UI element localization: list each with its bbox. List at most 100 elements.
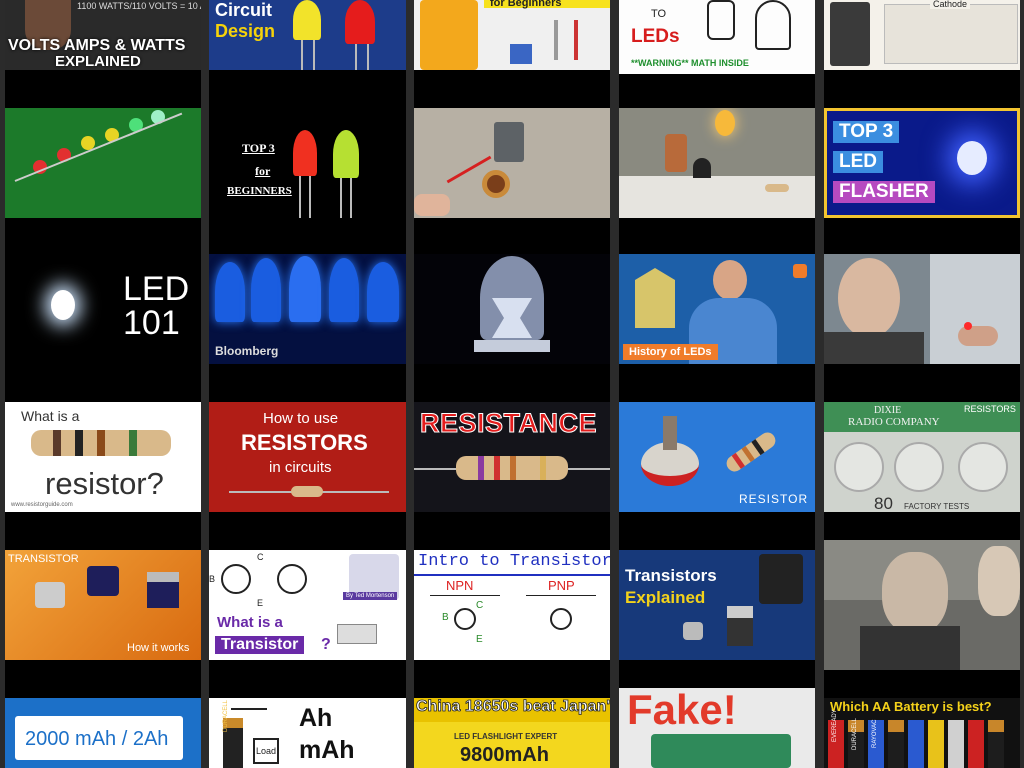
- video-thumbnail-which-aa-battery[interactable]: Which AA Battery is best? EVEREADY DURAC…: [824, 698, 1020, 768]
- thumbnail-title: EXPLAINED: [55, 53, 141, 70]
- battery-icon: [888, 720, 904, 768]
- transistor-icon: [494, 122, 524, 162]
- battery-icon: [908, 720, 924, 768]
- video-thumbnail-led-inventor[interactable]: [824, 254, 1020, 364]
- thumbnail-caption: 80: [874, 494, 893, 512]
- hand-icon: [414, 194, 450, 216]
- divider: [414, 574, 610, 576]
- battery-brand: DURACELL: [223, 699, 229, 732]
- thumbnail-title: Circuit: [215, 0, 273, 20]
- resistor-icon: [723, 429, 779, 475]
- battery-brand: RAYOVAC: [872, 719, 878, 748]
- resistor-band: [731, 452, 745, 469]
- thumbnail-title: Which AA Battery is best?: [830, 699, 992, 714]
- video-thumbnail-flashing-led-breadboard[interactable]: [619, 108, 815, 218]
- video-thumbnail-ah-mah[interactable]: DURACELL Load Ah mAh: [209, 698, 406, 768]
- column-separator: [610, 0, 619, 768]
- video-thumbnail-intro-to-transistors[interactable]: Intro to Transistors NPN PNP C B E: [414, 550, 610, 660]
- led-leg: [299, 176, 301, 218]
- thumbnail-caption: FACTORY TESTS: [904, 502, 970, 511]
- thumbnail-title: TRANSISTOR: [8, 553, 79, 565]
- hand-icon: [958, 326, 998, 346]
- thumbnail-title: mAh: [299, 736, 355, 764]
- thumbnail-title: 101: [123, 304, 180, 342]
- thumbnail-title: Explained: [625, 588, 706, 607]
- video-thumbnail-volts-amps-watts[interactable]: 1100 WATTS/110 VOLTS = 10 AMPS VOLTS AMP…: [5, 0, 201, 70]
- potentiometer-knob: [663, 416, 677, 450]
- video-thumbnail-led-ladder[interactable]: [5, 108, 201, 218]
- video-thumbnail-multimeter-beginners[interactable]: for Beginners: [414, 0, 610, 70]
- wire: [231, 708, 267, 710]
- video-thumbnail-resistors-to-leds[interactable]: TO LEDs **WARNING** MATH INSIDE: [619, 0, 815, 74]
- thumbnail-title: ?: [321, 636, 331, 653]
- multimeter-icon: [420, 0, 478, 70]
- divider: [526, 595, 596, 596]
- pin-label: E: [476, 634, 483, 645]
- transistor-icon: [35, 582, 65, 608]
- capacitor-icon: [665, 134, 687, 172]
- resistor-band: [494, 456, 500, 480]
- pnp-symbol-icon: [550, 608, 572, 630]
- thumbnail-title: Intro to Transistors: [418, 552, 610, 571]
- thumbnail-title: for Beginners: [490, 0, 562, 9]
- background-panel: [930, 254, 1020, 364]
- video-thumbnail-fake-battery[interactable]: Fake!: [619, 688, 815, 768]
- transistor-icon: [693, 158, 711, 178]
- video-thumbnail-what-is-a-transistor[interactable]: C B E By Ted Mortenson What is a Transis…: [209, 550, 406, 660]
- thumbnail-title: DIXIE: [874, 405, 902, 416]
- video-thumbnail-top3-for-beginners[interactable]: TOP 3 for BEGINNERS: [209, 108, 406, 218]
- pin-label: C: [257, 552, 264, 562]
- battery-icon: [651, 734, 791, 768]
- cartoon-led-icon: [755, 0, 791, 50]
- video-thumbnail-resistor-3d[interactable]: RESISTOR: [619, 402, 815, 512]
- blue-led-icon: [329, 258, 359, 322]
- video-thumbnail-transistors-explained[interactable]: Transistors Explained: [619, 550, 815, 660]
- blue-led-icon: [251, 258, 281, 322]
- thumbnail-title: Fake!: [627, 688, 737, 733]
- video-thumbnail-history-of-leds[interactable]: History of LEDs: [619, 254, 815, 364]
- yellow-led-icon: [293, 0, 321, 40]
- video-thumbnail-breadboard-cathode[interactable]: Cathode: [824, 0, 1020, 70]
- video-thumbnail-resistance[interactable]: RESISTANCE: [414, 402, 610, 512]
- npn-symbol-icon: [454, 608, 476, 630]
- thumbnail-title: TOP 3: [833, 121, 900, 143]
- resistor-band: [97, 430, 105, 456]
- video-thumbnail-top3-led-flasher[interactable]: TOP 3 LED FLASHER: [824, 108, 1020, 218]
- thumbnail-title: LEDs: [631, 26, 680, 47]
- pin-label: B: [209, 574, 216, 584]
- video-thumbnail-circuit-design[interactable]: Circuit Design: [209, 0, 406, 70]
- person-suit: [824, 332, 924, 364]
- pin-label: B: [442, 612, 449, 623]
- led-leg: [313, 40, 315, 70]
- author-badge: By Ted Mortenson: [343, 592, 398, 600]
- resistor-band: [478, 456, 484, 480]
- thumbnail-title: for: [255, 164, 271, 178]
- column-separator: [815, 0, 824, 768]
- thumbnail-title: Ah: [299, 704, 333, 732]
- person-photo: [978, 546, 1020, 616]
- video-thumbnail-what-is-a-resistor[interactable]: What is a resistor? www.resistorguide.co…: [5, 402, 201, 512]
- person-photo: [882, 552, 948, 634]
- red-led-icon: [964, 322, 972, 330]
- video-thumbnail-china-18650s[interactable]: China 18650s beat Japan's? LED FLASHLIGH…: [414, 698, 610, 768]
- resistor-disc-icon: [894, 442, 944, 492]
- video-thumbnail-joule-thief[interactable]: [414, 108, 610, 218]
- thumbnail-title: RADIO COMPANY: [848, 416, 940, 428]
- battery-icon: [830, 2, 870, 66]
- battery-capacity: 9800mAh: [460, 744, 549, 766]
- video-thumbnail-transistor-inventors[interactable]: [824, 540, 1020, 670]
- section-label: NPN: [446, 578, 474, 593]
- video-thumbnail-how-to-use-resistors[interactable]: How to use RESISTORS in circuits: [209, 402, 406, 512]
- video-thumbnail-led-cross-section[interactable]: [414, 254, 610, 364]
- video-thumbnail-dixie-radio-resistors[interactable]: DIXIE RADIO COMPANY RESISTORS 80 FACTORY…: [824, 402, 1020, 512]
- video-thumbnail-led-101[interactable]: LED 101: [5, 254, 201, 364]
- video-thumbnail-transistor-how-it-works[interactable]: TRANSISTOR How it works: [5, 550, 201, 660]
- column-separator: [1020, 0, 1024, 768]
- thumbnail-caption: How it works: [127, 642, 190, 654]
- video-thumbnail-bloomberg-blue-leds[interactable]: Bloomberg: [209, 254, 406, 364]
- person-photo: [838, 258, 900, 338]
- video-thumbnail-mah-vs-ah[interactable]: 2000 mAh / 2Ah: [5, 698, 201, 768]
- component-icon: [510, 44, 532, 64]
- resistor-disc-icon: [958, 442, 1008, 492]
- red-led-icon: [345, 0, 375, 44]
